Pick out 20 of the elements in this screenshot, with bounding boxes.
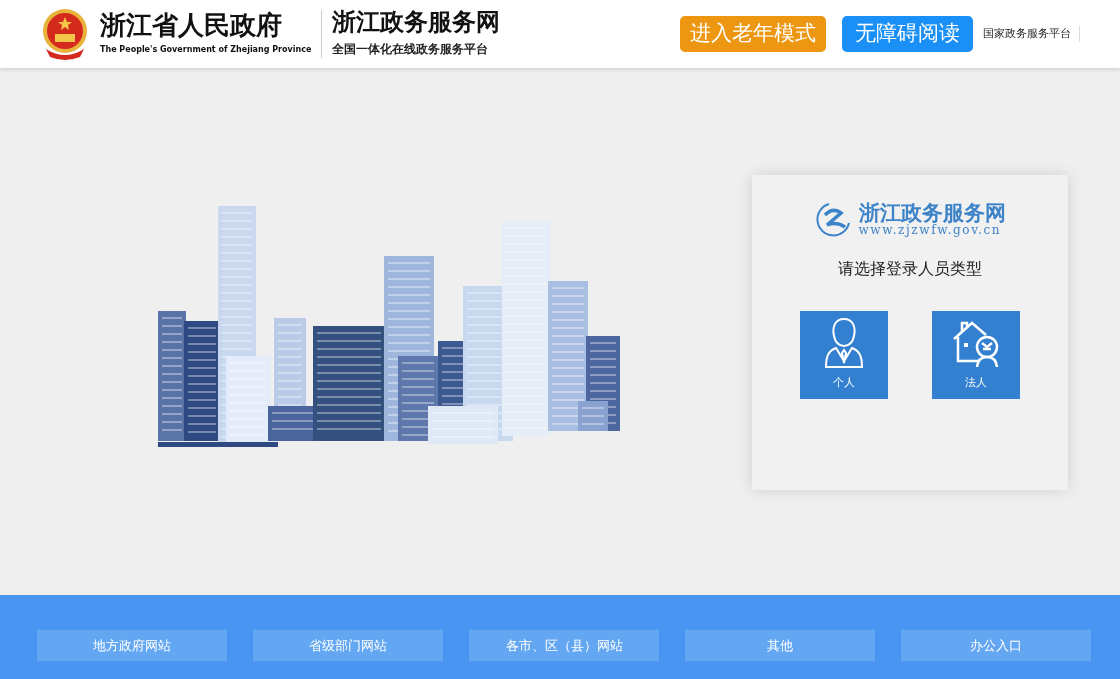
- footer-link[interactable]: 其他: [685, 630, 875, 661]
- logo-title: 浙江政务服务网: [858, 202, 1006, 224]
- elder-mode-button[interactable]: 进入老年模式: [680, 16, 826, 52]
- government-title: 浙江省人民政府: [100, 12, 283, 38]
- site-title: 浙江政务服务网: [332, 10, 501, 34]
- emblem-icon: [40, 7, 90, 61]
- company-login-button[interactable]: 法人: [932, 311, 1020, 399]
- footer-link[interactable]: 办公入口: [901, 630, 1091, 661]
- login-type-prompt: 请选择登录人员类型: [838, 258, 982, 280]
- footer-link[interactable]: 省级部门网站: [253, 630, 443, 661]
- site-subtitle: 全国一体化在线政务服务平台: [332, 41, 490, 58]
- logo-icon: [814, 201, 851, 239]
- accessible-reading-button[interactable]: 无障碍阅读: [842, 16, 973, 52]
- logo-url: www.zjzwfw.gov.cn: [858, 223, 1003, 238]
- government-english-title: The People's Government of Zhejiang Province: [100, 44, 312, 56]
- personal-login-button[interactable]: 个人: [800, 311, 888, 399]
- national-platform-link[interactable]: 国家政务服务平台: [983, 25, 1080, 43]
- person-icon: [824, 316, 864, 369]
- footer-link[interactable]: 各市、区（县）网站: [469, 630, 659, 661]
- footer-link[interactable]: 地方政府网站: [37, 630, 227, 661]
